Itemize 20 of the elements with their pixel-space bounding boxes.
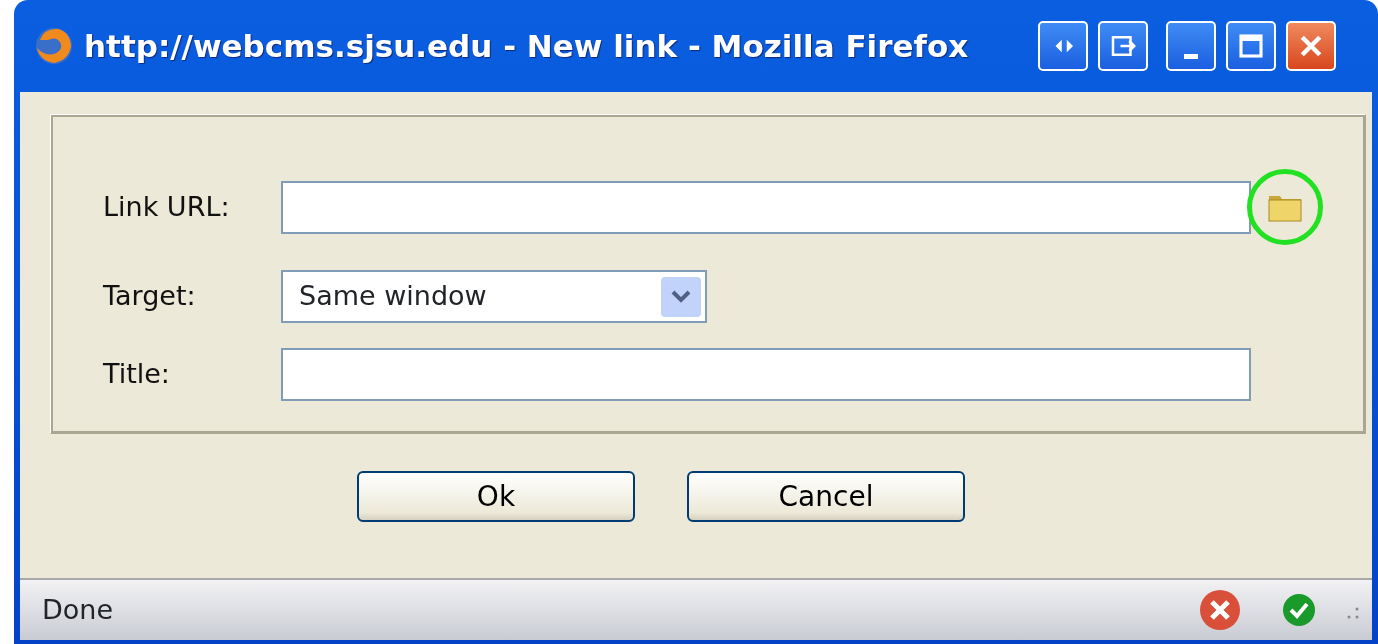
input-field[interactable]: [281, 348, 1251, 401]
exit-button[interactable]: [1098, 21, 1149, 71]
target-dropdown[interactable]: Same window: [281, 270, 707, 323]
status-text: Done: [42, 592, 114, 627]
maximize-button[interactable]: [1226, 21, 1277, 71]
dialog-button[interactable]: Ok: [357, 471, 635, 522]
dropdown-value: Same window: [299, 279, 487, 314]
window-title: http://webcms.sjsu.edu - New link - Mozilla Firefox: [84, 26, 969, 66]
dialog-button[interactable]: Cancel: [687, 471, 965, 522]
minimize-button[interactable]: [1166, 21, 1217, 71]
input-field[interactable]: [281, 180, 1251, 234]
browser-logo-icon: [34, 26, 74, 66]
check-icon: [1282, 593, 1316, 627]
minimize-icon: [1184, 54, 1199, 59]
error-icon: [1198, 588, 1242, 632]
field-label: Target:: [103, 279, 197, 314]
field-label: Title:: [103, 357, 171, 392]
close-button[interactable]: [1286, 21, 1337, 71]
field-label: Link URL:: [103, 189, 231, 224]
resize-button[interactable]: [1038, 21, 1089, 71]
